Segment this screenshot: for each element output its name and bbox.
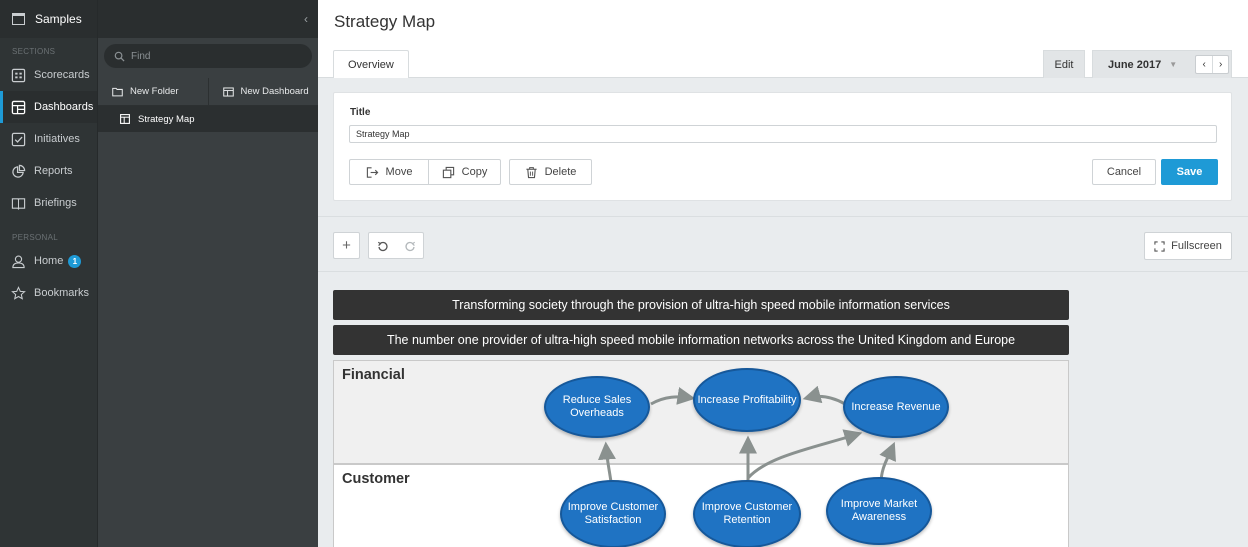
undo-redo-group — [368, 232, 424, 259]
page-title: Strategy Map — [334, 11, 436, 31]
dashboard-list-panel: ‹ Find New Folder New Dashboard Strategy… — [97, 0, 318, 547]
new-dashboard-button[interactable]: New Dashboard — [207, 78, 319, 105]
period-selector[interactable]: June 2017 ▼ ‹ › — [1092, 50, 1232, 78]
sections-label: SECTIONS — [12, 47, 56, 56]
folder-icon — [112, 87, 123, 96]
mission-banner[interactable]: The number one provider of ultra-high sp… — [333, 325, 1069, 355]
new-folder-button[interactable]: New Folder — [98, 78, 208, 105]
find-placeholder: Find — [131, 50, 151, 62]
vision-banner[interactable]: Transforming society through the provisi… — [333, 290, 1069, 320]
copy-icon — [442, 166, 454, 178]
nav-item-scorecards[interactable]: Scorecards — [0, 59, 97, 91]
period-label: June 2017 — [1108, 58, 1162, 71]
nav-label-reports: Reports — [34, 165, 73, 177]
scorecard-icon — [11, 68, 26, 82]
previous-period-button[interactable]: ‹ — [1196, 56, 1212, 73]
nav-item-dashboards[interactable]: Dashboards — [0, 91, 97, 123]
move-button[interactable]: Move — [349, 159, 429, 185]
nav-label-dashboards: Dashboards — [34, 101, 94, 113]
nav-label-scorecards: Scorecards — [34, 69, 90, 81]
add-widget-button[interactable]: + — [333, 232, 360, 259]
nav-item-bookmarks[interactable]: Bookmarks — [0, 277, 97, 309]
book-icon — [11, 197, 26, 210]
panel-header: ‹ — [98, 0, 318, 38]
cancel-button[interactable]: Cancel — [1092, 159, 1156, 185]
nav-item-home[interactable]: Home 1 — [0, 245, 97, 277]
link-retention-to-revenue — [746, 429, 863, 480]
delete-button[interactable]: Delete — [509, 159, 592, 185]
objective-increase-profitability[interactable]: Increase Profitability — [693, 368, 801, 432]
link-sales-overheads-to-profitability — [650, 387, 696, 406]
left-nav: Samples SECTIONS Scorecards Dashboards I… — [0, 0, 97, 547]
strategy-map-canvas: Transforming society through the provisi… — [318, 271, 1248, 547]
chevron-down-icon: ▼ — [1169, 60, 1178, 69]
tab-overview[interactable]: Overview — [333, 50, 409, 78]
expand-icon — [1154, 240, 1165, 252]
trash-icon — [525, 166, 537, 178]
period-nav: ‹ › — [1195, 55, 1230, 74]
next-period-button[interactable]: › — [1212, 56, 1228, 73]
canvas-toolbar: + Fullscreen — [318, 216, 1248, 271]
tab-bar: Overview Edit June 2017 ▼ ‹ › — [318, 47, 1248, 78]
app-brand[interactable]: Samples — [0, 0, 97, 38]
dashboard-icon — [222, 86, 234, 97]
objective-reduce-sales-overheads[interactable]: Reduce Sales Overheads — [544, 376, 650, 438]
fullscreen-button[interactable]: Fullscreen — [1144, 232, 1232, 260]
action-button-group: Move Copy Delete — [349, 159, 592, 185]
collapse-panel-button[interactable]: ‹ — [304, 12, 308, 26]
new-folder-label: New Folder — [130, 86, 179, 97]
search-icon — [114, 51, 125, 62]
panel-actions: New Folder New Dashboard — [98, 78, 318, 106]
checkbox-icon — [11, 132, 26, 146]
title-input[interactable] — [349, 125, 1217, 143]
briefcase-icon — [12, 13, 25, 25]
nav-label-briefings: Briefings — [34, 197, 77, 209]
undo-icon — [377, 241, 388, 251]
nav-label-initiatives: Initiatives — [34, 133, 80, 145]
app-name: Samples — [35, 12, 82, 26]
copy-button[interactable]: Copy — [429, 159, 501, 185]
objective-increase-revenue[interactable]: Increase Revenue — [843, 376, 949, 438]
edit-form: Title Move Copy Delete Cancel Save — [333, 92, 1232, 201]
link-satisfaction-to-sales-overheads — [597, 441, 616, 483]
save-button[interactable]: Save — [1161, 159, 1218, 185]
objective-improve-customer-retention[interactable]: Improve Customer Retention — [693, 480, 801, 547]
dashboard-list-item[interactable]: Strategy Map — [98, 106, 318, 132]
fullscreen-label: Fullscreen — [1171, 240, 1222, 252]
dashboard-icon — [120, 114, 130, 124]
nav-item-initiatives[interactable]: Initiatives — [0, 123, 97, 155]
copy-label: Copy — [461, 166, 488, 178]
undo-button[interactable] — [369, 233, 396, 258]
main-content: Strategy Map Overview Edit June 2017 ▼ ‹… — [318, 0, 1248, 547]
new-dashboard-label: New Dashboard — [240, 86, 309, 97]
title-label: Title — [350, 107, 371, 118]
delete-label: Delete — [544, 166, 577, 178]
objective-improve-customer-satisfaction[interactable]: Improve Customer Satisfaction — [560, 480, 666, 547]
nav-item-reports[interactable]: Reports — [0, 155, 97, 187]
redo-icon — [404, 241, 415, 251]
move-icon — [366, 166, 378, 178]
personal-label: PERSONAL — [12, 233, 58, 242]
star-icon — [11, 285, 26, 300]
nav-label-home: Home — [34, 255, 64, 267]
user-icon — [12, 255, 25, 268]
dashboard-list-label: Strategy Map — [138, 113, 195, 125]
notification-badge: 1 — [68, 254, 82, 268]
link-revenue-to-profitability — [802, 385, 846, 406]
redo-button[interactable] — [396, 233, 423, 258]
page-header: Strategy Map — [318, 0, 1248, 47]
move-label: Move — [385, 166, 413, 178]
nav-label-bookmarks: Bookmarks — [34, 287, 90, 299]
edit-button[interactable]: Edit — [1043, 50, 1085, 78]
objective-improve-market-awareness[interactable]: Improve Market Awareness — [826, 477, 932, 545]
nav-item-briefings[interactable]: Briefings — [0, 187, 97, 219]
pie-chart-icon — [12, 164, 26, 178]
dashboard-icon — [11, 100, 26, 114]
find-input[interactable]: Find — [104, 44, 312, 68]
